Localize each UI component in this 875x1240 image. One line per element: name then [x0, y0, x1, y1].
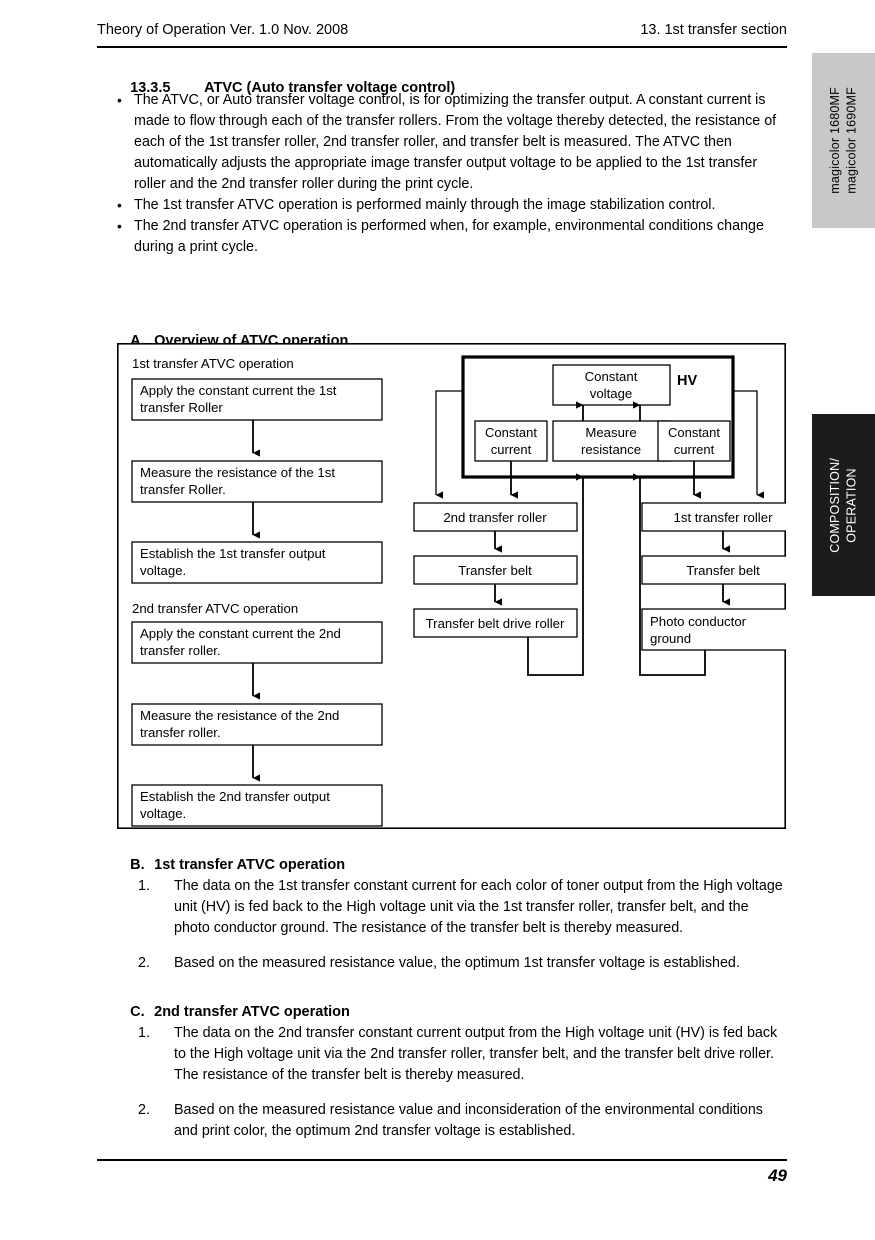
numbered-item-text: The data on the 2nd transfer constant cu…: [174, 1025, 778, 1084]
hv-constant-current-left-line2: current: [491, 442, 532, 457]
numbered-item: 2. Based on the measured resistance value…: [138, 1100, 786, 1142]
subsection-b-list: 1. The data on the 1st transfer constant …: [138, 862, 786, 989]
flow-second-step-1-line1: Apply the constant current the 2nd: [140, 626, 341, 641]
running-header: Theory of Operation Ver. 1.0 Nov. 2008 1…: [97, 22, 787, 38]
chain-right-node-3-line2: ground: [650, 631, 691, 646]
numbered-item-text: Based on the measured resistance value a…: [174, 1102, 763, 1140]
subsection-c-list: 1. The data on the 2nd transfer constant …: [138, 1009, 786, 1157]
numbered-item: 2. Based on the measured resistance value…: [138, 953, 786, 974]
chain-right-node-1-label: 1st transfer roller: [674, 510, 774, 525]
header-title-left: Theory of Operation Ver. 1.0 Nov. 2008: [97, 22, 349, 38]
numbered-item-text: The data on the 1st transfer constant cu…: [174, 878, 783, 937]
flow-second-step-3-line1: Establish the 2nd transfer output: [140, 789, 330, 804]
hv-constant-current-right-line2: current: [674, 442, 715, 457]
intro-bullet-list: The ATVC, or Auto transfer voltage contr…: [114, 90, 786, 258]
numbered-item-number: 1.: [138, 878, 150, 895]
atvc-overview-diagram: 1st transfer ATVC operation Apply the co…: [117, 343, 786, 829]
hv-constant-voltage-line1: Constant: [585, 369, 638, 384]
chain-left-node-2-label: Transfer belt: [458, 563, 532, 578]
hv-measure-resistance-line2: resistance: [581, 442, 641, 457]
flow-second-caption-text: 2nd transfer ATVC operation: [132, 601, 298, 616]
flow-second-step-2-line1: Measure the resistance of the 2nd: [140, 708, 339, 723]
margin-tab-product: magicolor 1680MF magicolor 1690MF: [812, 53, 875, 228]
flow-first-step-3-line1: Establish the 1st transfer output: [140, 546, 326, 561]
hv-constant-current-right-line1: Constant: [668, 425, 720, 440]
margin-tab-section-label: COMPOSITION/ OPERATION: [828, 457, 859, 553]
bullet-item: The ATVC, or Auto transfer voltage contr…: [114, 90, 786, 195]
page-number: 49: [768, 1166, 787, 1185]
numbered-item-number: 2.: [138, 1102, 150, 1119]
margin-tab-section: COMPOSITION/ OPERATION: [812, 414, 875, 596]
flow-second-step-1-line2: transfer roller.: [140, 643, 221, 658]
numbered-item-number: 2.: [138, 955, 150, 972]
numbered-item: 1. The data on the 1st transfer constant …: [138, 876, 786, 939]
chain-right-node-2-label: Transfer belt: [686, 563, 760, 578]
numbered-item-text: Based on the measured resistance value, …: [174, 955, 740, 972]
numbered-item: 1. The data on the 2nd transfer constant …: [138, 1023, 786, 1086]
bullet-item: The 1st transfer ATVC operation is perfo…: [114, 195, 786, 216]
flow-first-step-2-line2: transfer Roller.: [140, 482, 226, 497]
flow-second-step-2-line2: transfer roller.: [140, 725, 221, 740]
hv-measure-resistance-line1: Measure: [585, 425, 636, 440]
header-title-right: 13. 1st transfer section: [640, 22, 787, 38]
hv-constant-current-left-line1: Constant: [485, 425, 537, 440]
margin-tab-product-label: magicolor 1680MF magicolor 1690MF: [828, 87, 859, 194]
flow-first-step-1-line1: Apply the constant current the 1st: [140, 383, 337, 398]
flow-first-step-1-line2: transfer Roller: [140, 400, 223, 415]
header-rule: [97, 46, 787, 48]
document-page: Theory of Operation Ver. 1.0 Nov. 2008 1…: [0, 0, 875, 1240]
footer-rule: [97, 1159, 787, 1161]
numbered-item-number: 1.: [138, 1025, 150, 1042]
flow-first-step-3-line2: voltage.: [140, 563, 186, 578]
flow-first-caption-text: 1st transfer ATVC operation: [132, 356, 294, 371]
chain-left-node-3-label: Transfer belt drive roller: [426, 616, 565, 631]
chain-right-node-3-line1: Photo conductor: [650, 614, 747, 629]
hv-constant-voltage-line2: voltage: [590, 386, 633, 401]
hv-unit-label: HV: [677, 373, 697, 389]
flow-second-step-3-line2: voltage.: [140, 806, 186, 821]
bullet-item: The 2nd transfer ATVC operation is perfo…: [114, 216, 786, 258]
flow-first-step-2-line1: Measure the resistance of the 1st: [140, 465, 335, 480]
chain-left-node-1-label: 2nd transfer roller: [443, 510, 547, 525]
